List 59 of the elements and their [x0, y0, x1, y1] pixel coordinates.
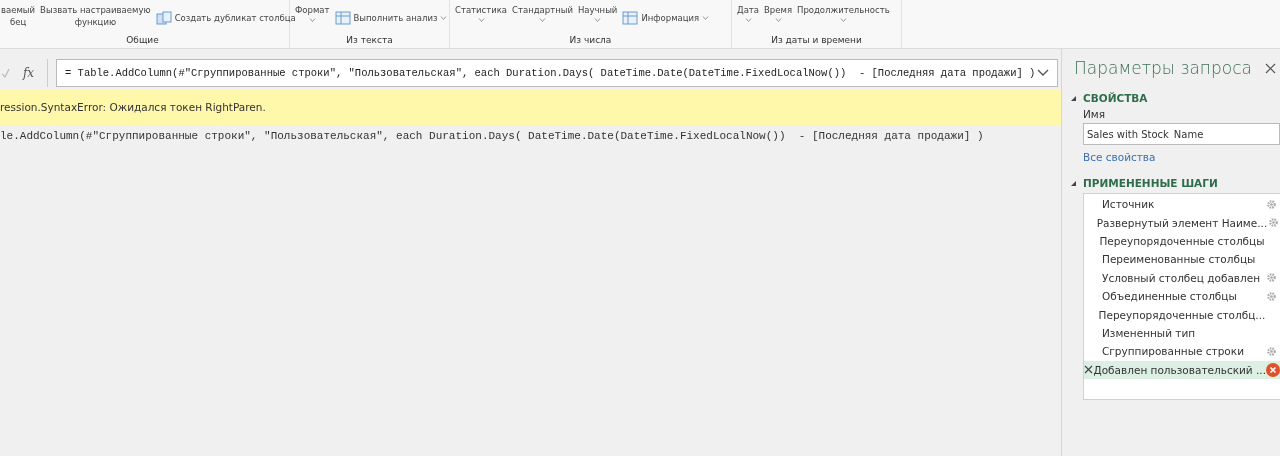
ribbon-button[interactable]: ваемый бец	[0, 4, 37, 28]
error-message: ression.SyntaxError: Ожидался токен RightParen.	[0, 101, 266, 113]
expanded-triangle-icon[interactable]	[1070, 94, 1077, 102]
step-item[interactable]: Измененный тип	[1084, 323, 1280, 343]
caret-icon	[440, 16, 448, 20]
step-item[interactable]: Сгруппированные строки	[1084, 342, 1280, 361]
caret-icon	[702, 16, 710, 20]
ribbon-dropdown[interactable]: Время	[763, 4, 793, 22]
ribbon-button[interactable]: Создать дубликат столбца	[154, 11, 297, 25]
ribbon-dropdown[interactable]: Дата	[736, 4, 760, 22]
ribbon-button[interactable]: Вызвать настраиваемую функцию	[39, 4, 152, 28]
caret-icon	[774, 18, 782, 22]
ribbon-dropdown[interactable]: Выполнить анализ	[333, 11, 449, 25]
ribbon-dropdown[interactable]: Информация	[621, 11, 711, 25]
caret-icon	[308, 18, 316, 22]
field-label: Имя	[1083, 108, 1107, 120]
ribbon-dropdown[interactable]: Стандартный	[511, 4, 574, 22]
checkmark-icon	[2, 68, 10, 78]
columns-icon	[155, 11, 172, 25]
gear-icon[interactable]	[1265, 272, 1277, 284]
gear-icon[interactable]	[1265, 198, 1277, 210]
ribbon-dropdown[interactable]: Научный	[576, 4, 619, 22]
step-item[interactable]: Переименованные столбцы	[1084, 250, 1280, 269]
gear-icon[interactable]	[1268, 217, 1280, 229]
error-code-text: le.AddColumn(#"Сгруппированные строки", "Пользовательская", each Duration.Days( DateTime.Date(DateTime.FixedLocalNow()) - [Последняя дата продажи] )	[0, 130, 985, 142]
chevron-down-icon	[1037, 69, 1049, 77]
step-item[interactable]: Развернутый элемент Наиме...	[1084, 213, 1280, 232]
pane-title: Параметры запроса	[1074, 58, 1252, 78]
group-label: Из числа	[568, 34, 613, 47]
all-properties-link[interactable]: Все свойства	[1083, 151, 1280, 163]
group-label: Из даты и времени	[770, 34, 863, 47]
fx-label: fx	[10, 59, 48, 87]
caret-icon	[744, 18, 752, 22]
step-item[interactable]: Условный столбец добавлен	[1084, 268, 1280, 287]
expanded-triangle-icon[interactable]	[1070, 179, 1077, 187]
group-label: Из текста	[345, 34, 394, 47]
caret-icon	[539, 18, 546, 22]
step-item[interactable]: Объединенные столбцы	[1084, 286, 1280, 306]
caret-icon	[594, 18, 602, 22]
close-icon	[1265, 62, 1276, 74]
step-item[interactable]: Переупорядоченные столбц...	[1084, 305, 1280, 324]
ribbon-dropdown[interactable]: Формат	[294, 4, 331, 22]
gear-icon[interactable]	[1265, 345, 1277, 357]
ribbon-dropdown[interactable]: Статистика	[454, 4, 509, 22]
step-item[interactable]: Добавлен пользовательский ...	[1084, 360, 1280, 379]
section-heading: СВОЙСТВА	[1083, 92, 1148, 104]
name-field[interactable]: Sales with Stock_Name	[1083, 123, 1280, 145]
group-label: Общие	[125, 34, 160, 47]
table-icon	[622, 11, 639, 25]
caret-icon	[839, 18, 847, 22]
delete-x-icon[interactable]	[1084, 365, 1094, 375]
step-item[interactable]: Источник	[1084, 195, 1280, 214]
table-icon	[334, 11, 351, 25]
ribbon-dropdown[interactable]: Продолжительность	[796, 4, 891, 22]
formula-field[interactable]: = Table.AddColumn(#"Сгруппированные строки", "Пользовательская", each Duration.Days( DateTime.Date(DateTime.FixedLocalNow()) - [Последняя дата продажи] )	[56, 59, 1058, 87]
section-heading: ПРИМЕНЕННЫЕ ШАГИ	[1083, 177, 1218, 189]
gear-icon[interactable]	[1265, 290, 1277, 302]
caret-icon	[477, 18, 485, 22]
step-item[interactable]: Переупорядоченные столбцы	[1084, 231, 1280, 251]
